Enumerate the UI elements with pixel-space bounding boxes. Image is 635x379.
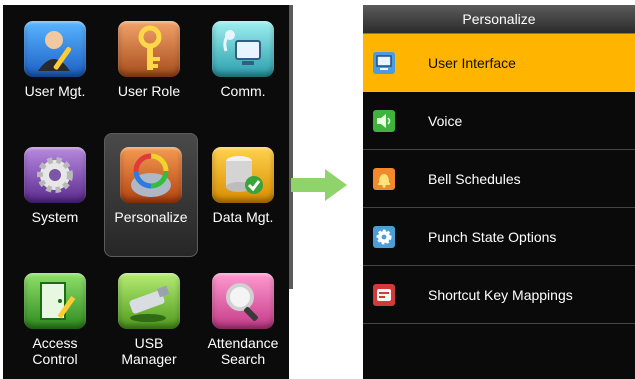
menu-item-label: User Interface bbox=[428, 55, 516, 71]
user-icon bbox=[24, 21, 86, 77]
menu-item-label: Bell Schedules bbox=[428, 171, 521, 187]
tile-label: Data Mgt. bbox=[212, 209, 274, 225]
tile-label-line2: Control bbox=[32, 351, 78, 367]
tile-label: USB Manager bbox=[102, 335, 196, 367]
menu-item-shortcut-key-mappings[interactable]: Shortcut Key Mappings bbox=[363, 266, 635, 324]
main-menu-screen: User Mgt. User Role Comm. System Persona… bbox=[3, 5, 289, 379]
tile-data-mgt[interactable]: Data Mgt. bbox=[196, 147, 289, 247]
usb-icon bbox=[118, 273, 180, 329]
tile-label: Attendance Search bbox=[196, 335, 289, 367]
tile-access-control[interactable]: Access Control bbox=[8, 273, 102, 379]
tile-label: System bbox=[31, 209, 79, 225]
menu-item-user-interface[interactable]: User Interface bbox=[363, 34, 635, 92]
tile-usb-manager[interactable]: USB Manager bbox=[102, 273, 196, 379]
screen-header: Personalize bbox=[363, 5, 635, 34]
tile-comm[interactable]: Comm. bbox=[196, 21, 289, 121]
bell-icon bbox=[373, 168, 395, 190]
gear-icon bbox=[24, 147, 86, 203]
tile-personalize[interactable]: Personalize bbox=[104, 133, 198, 257]
menu-item-bell-schedules[interactable]: Bell Schedules bbox=[363, 150, 635, 208]
page-title: Personalize bbox=[462, 11, 536, 27]
tile-label: User Role bbox=[117, 83, 181, 99]
menu-item-punch-state-options[interactable]: Punch State Options bbox=[363, 208, 635, 266]
personalize-icon bbox=[120, 147, 182, 203]
access-control-icon bbox=[24, 273, 86, 329]
tile-attendance-search[interactable]: Attendance Search bbox=[196, 273, 289, 379]
menu-item-label: Voice bbox=[428, 113, 463, 129]
tile-label: Personalize bbox=[114, 209, 188, 225]
gear-icon bbox=[373, 226, 395, 248]
tile-user-role[interactable]: User Role bbox=[102, 21, 196, 121]
magnifier-icon bbox=[212, 273, 274, 329]
network-icon bbox=[212, 21, 274, 77]
monitor-icon bbox=[373, 52, 395, 74]
arrow-right-icon bbox=[291, 169, 347, 201]
tile-user-mgt[interactable]: User Mgt. bbox=[8, 21, 102, 121]
tile-label: Access Control bbox=[8, 335, 102, 367]
scrollbar[interactable] bbox=[289, 5, 293, 289]
tile-label: User Mgt. bbox=[24, 83, 86, 99]
tile-system[interactable]: System bbox=[8, 147, 102, 247]
tile-label-line1: Access bbox=[32, 335, 78, 351]
tile-label-line2: Manager bbox=[121, 351, 177, 367]
keyboard-key-icon bbox=[373, 284, 395, 306]
menu-item-voice[interactable]: Voice bbox=[363, 92, 635, 150]
personalize-screen: Personalize User Interface Voice Bell Sc… bbox=[363, 5, 635, 379]
speaker-icon bbox=[373, 110, 395, 132]
menu-item-label: Shortcut Key Mappings bbox=[428, 287, 573, 303]
menu-item-label: Punch State Options bbox=[428, 229, 557, 245]
tile-label: Comm. bbox=[220, 83, 266, 99]
tile-label-line2: Search bbox=[220, 351, 266, 367]
key-icon bbox=[118, 21, 180, 77]
tile-label-line1: Attendance bbox=[207, 335, 279, 351]
database-icon bbox=[212, 147, 274, 203]
tile-label-line1: USB bbox=[134, 335, 164, 351]
